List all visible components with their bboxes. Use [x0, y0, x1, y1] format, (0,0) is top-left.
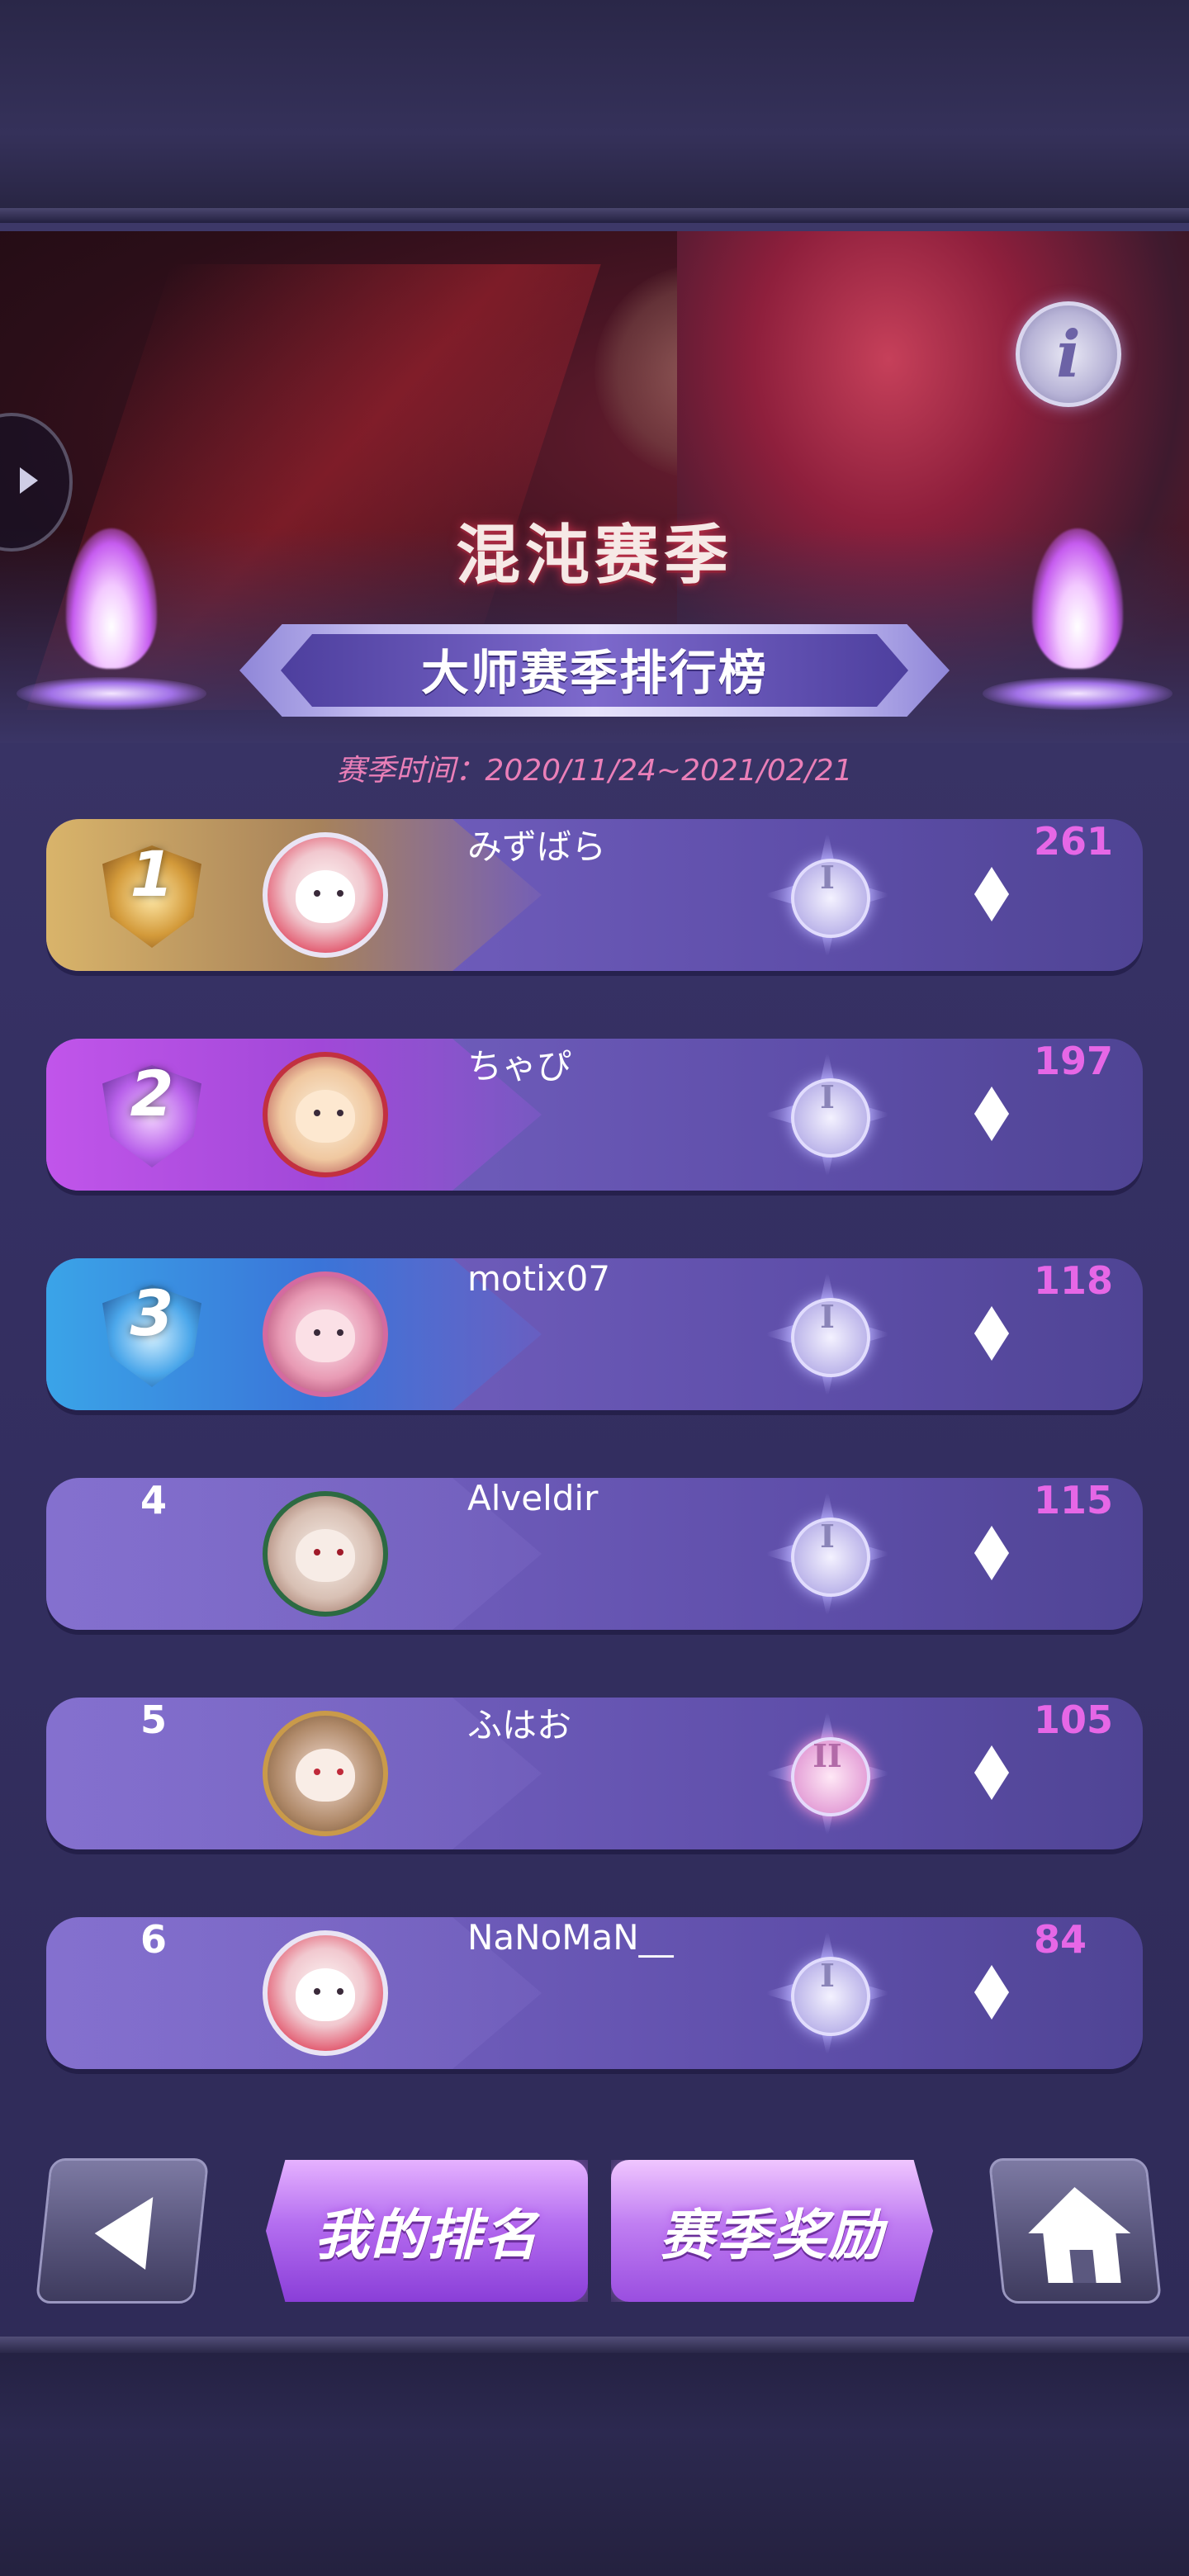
diamond-icon: [974, 1526, 1009, 1580]
info-button[interactable]: i: [1016, 301, 1121, 407]
home-icon: [1023, 2187, 1131, 2233]
tier-emblem: I: [756, 1044, 898, 1186]
bottom-frame: [0, 2337, 1189, 2576]
avatar[interactable]: [263, 1491, 388, 1617]
season-time: 赛季时间：2020/11/24~2021/02/21: [336, 754, 853, 788]
rank-badge-purple: 2: [94, 1057, 210, 1172]
season-name: 混沌赛季: [455, 518, 733, 593]
diamond-icon: [974, 1965, 1009, 2020]
top-frame: [0, 0, 1189, 223]
player-name: NaNoMaN__: [467, 1917, 674, 1958]
diamond-icon: [974, 1306, 1009, 1361]
player-name: ちゃぴ: [467, 1046, 572, 1087]
home-button[interactable]: [988, 2158, 1163, 2304]
tier-emblem: I: [756, 824, 898, 966]
score-value: 105: [1034, 1698, 1114, 1742]
score-value: 261: [1034, 819, 1114, 864]
avatar[interactable]: [263, 1930, 388, 2056]
player-name: ふはお: [467, 1705, 572, 1745]
info-icon: i: [1056, 316, 1081, 392]
avatar[interactable]: [263, 832, 388, 958]
leaderboard-row[interactable]: 5 ふはお II 105: [46, 1698, 1143, 1849]
leaderboard-row[interactable]: 4 Alveldir I 115: [46, 1478, 1143, 1630]
avatar[interactable]: [263, 1271, 388, 1397]
leaderboard-row[interactable]: 6 NaNoMaN__ I 84: [46, 1917, 1143, 2069]
back-button[interactable]: [35, 2158, 210, 2304]
score-value: 118: [1034, 1258, 1114, 1303]
season-reward-button[interactable]: 赛季奖励: [611, 2160, 933, 2302]
rank-number: 5: [140, 1698, 167, 1742]
score-value: 197: [1034, 1039, 1114, 1083]
leaderboard-title: 大师赛季排行榜: [420, 645, 768, 701]
side-arrow-icon: [20, 467, 38, 494]
diamond-icon: [974, 867, 1009, 921]
back-arrow-icon: [91, 2197, 154, 2270]
avatar[interactable]: [263, 1711, 388, 1836]
tier-emblem: I: [756, 1263, 898, 1405]
leaderboard-row[interactable]: 3 motix07 I 118: [46, 1258, 1143, 1410]
rank-badge-blue: 3: [94, 1276, 210, 1392]
leaderboard-row[interactable]: 1 みずばら I 261: [46, 819, 1143, 971]
rank-number: 6: [140, 1917, 167, 1962]
leaderboard-row[interactable]: 2 ちゃぴ I 197: [46, 1039, 1143, 1191]
score-value: 84: [1034, 1917, 1087, 1962]
my-rank-button[interactable]: 我的排名: [266, 2160, 588, 2302]
diamond-icon: [974, 1745, 1009, 1800]
score-value: 115: [1034, 1478, 1114, 1522]
diamond-icon: [974, 1087, 1009, 1141]
tier-emblem: I: [756, 1483, 898, 1625]
player-name: みずばら: [467, 826, 607, 867]
tier-emblem: I: [756, 1922, 898, 2064]
avatar[interactable]: [263, 1052, 388, 1177]
rank-number: 4: [140, 1478, 167, 1522]
tier-emblem: II: [756, 1702, 898, 1844]
player-name: Alveldir: [467, 1478, 599, 1518]
player-name: motix07: [467, 1258, 611, 1299]
rank-badge-gold: 1: [94, 837, 210, 953]
